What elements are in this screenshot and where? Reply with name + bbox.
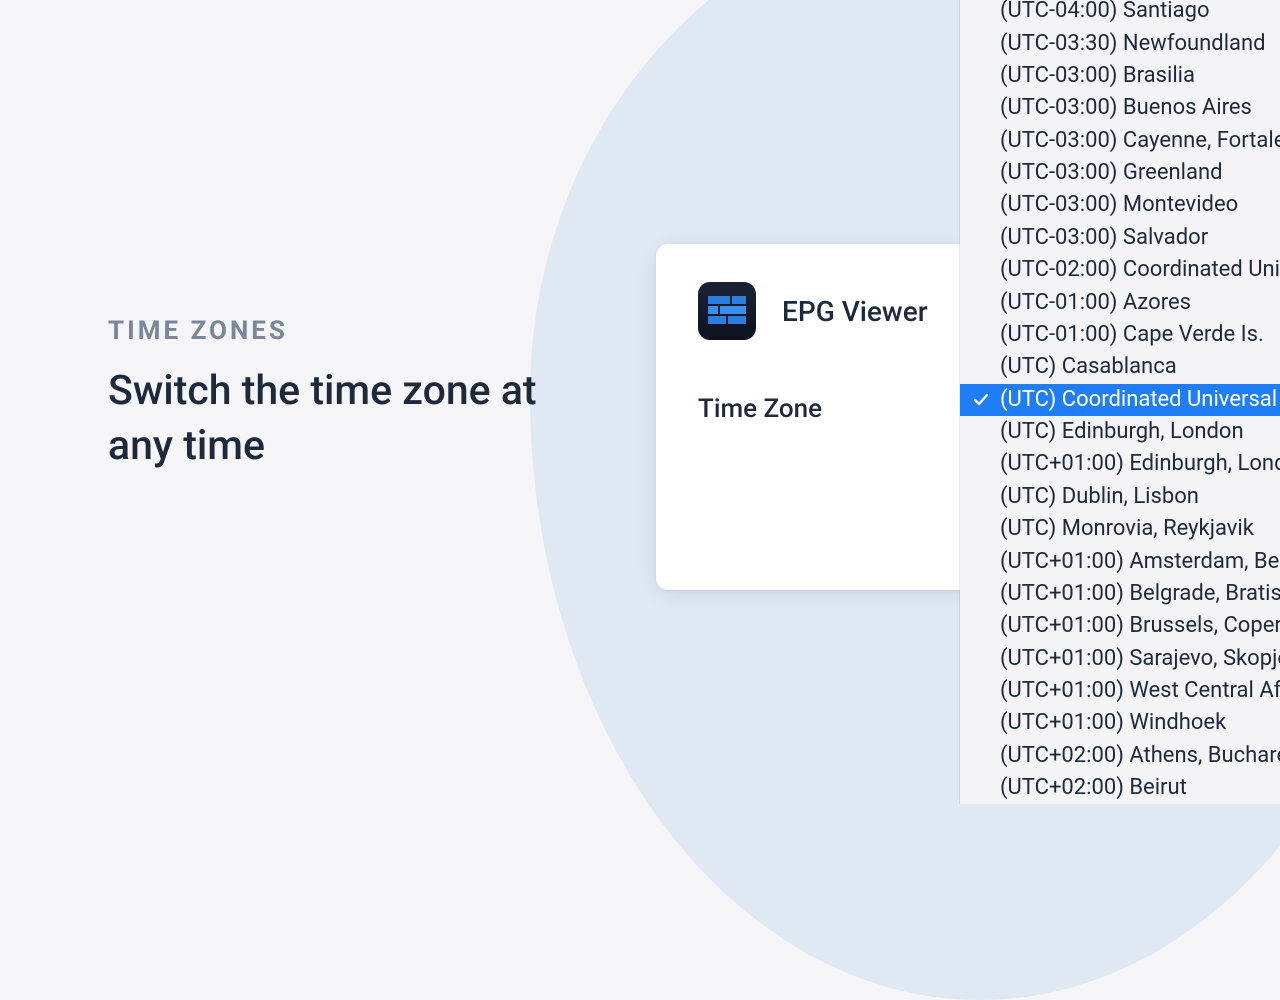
timezone-option-label: (UTC) Dublin, Lisbon — [1000, 484, 1199, 509]
timezone-option-label: (UTC-03:00) Salvador — [1000, 225, 1208, 250]
checkmark-icon — [972, 391, 990, 409]
timezone-option-label: (UTC) Coordinated Universal Time — [1000, 387, 1280, 412]
timezone-option-label: (UTC+01:00) Sarajevo, Skopje — [1000, 646, 1280, 671]
timezone-option-label: (UTC-02:00) Coordinated Universal Time-0… — [1000, 257, 1280, 282]
timezone-option-label: (UTC-03:00) Montevideo — [1000, 192, 1238, 217]
timezone-option[interactable]: (UTC+01:00) Amsterdam, Berlin — [960, 545, 1280, 577]
timezone-option[interactable]: (UTC+01:00) West Central Africa — [960, 675, 1280, 707]
timezone-option-label: (UTC+01:00) Brussels, Copenhagen — [1000, 613, 1280, 638]
timezone-option-label: (UTC+01:00) Belgrade, Bratislava — [1000, 581, 1280, 606]
timezone-option[interactable]: (UTC) Edinburgh, London — [960, 416, 1280, 448]
timezone-option[interactable]: (UTC-01:00) Azores — [960, 286, 1280, 318]
app-icon — [698, 282, 756, 340]
timezone-option-label: (UTC) Casablanca — [1000, 354, 1177, 379]
timezone-option[interactable]: (UTC-03:00) Montevideo — [960, 189, 1280, 221]
timezone-option-label: (UTC-03:00) Brasilia — [1000, 63, 1195, 88]
timezone-option[interactable]: (UTC+01:00) Brussels, Copenhagen — [960, 610, 1280, 642]
timezone-option[interactable]: (UTC-01:00) Cape Verde Is. — [960, 319, 1280, 351]
timezone-option-label: (UTC-03:00) Greenland — [1000, 160, 1223, 185]
timezone-option[interactable]: (UTC) Monrovia, Reykjavik — [960, 513, 1280, 545]
timezone-option[interactable]: (UTC) Dublin, Lisbon — [960, 481, 1280, 513]
timezone-option[interactable]: (UTC+01:00) Sarajevo, Skopje — [960, 643, 1280, 675]
timezone-option[interactable]: (UTC) Coordinated Universal Time — [960, 384, 1280, 416]
timezone-option-label: (UTC-03:30) Newfoundland — [1000, 31, 1266, 56]
app-name: EPG Viewer — [782, 295, 928, 328]
timezone-option[interactable]: (UTC+01:00) Windhoek — [960, 707, 1280, 739]
timezone-option[interactable]: (UTC+02:00) Athens, Bucharest — [960, 740, 1280, 772]
timezone-option-label: (UTC-01:00) Cape Verde Is. — [1000, 322, 1264, 347]
timezone-option-label: (UTC-01:00) Azores — [1000, 290, 1191, 315]
timezone-option[interactable]: (UTC-03:00) Salvador — [960, 222, 1280, 254]
timezone-option-label: (UTC+01:00) Windhoek — [1000, 710, 1226, 735]
timezone-option-label: (UTC-03:00) Buenos Aires — [1000, 95, 1252, 120]
timezone-option[interactable]: (UTC+01:00) Belgrade, Bratislava — [960, 578, 1280, 610]
grid-icon — [708, 296, 746, 326]
timezone-option-label: (UTC-04:00) Santiago — [1000, 0, 1210, 23]
timezone-option[interactable]: (UTC-03:00) Brasilia — [960, 60, 1280, 92]
timezone-option-label: (UTC-03:00) Cayenne, Fortaleza — [1000, 128, 1280, 153]
timezone-option[interactable]: (UTC-03:00) Buenos Aires — [960, 92, 1280, 124]
marketing-heading: Switch the time zone at any time — [108, 364, 548, 475]
timezone-option[interactable]: (UTC-03:00) Greenland — [960, 157, 1280, 189]
timezone-option[interactable]: (UTC+01:00) Edinburgh, London — [960, 448, 1280, 480]
timezone-option[interactable]: (UTC-04:00) Santiago — [960, 0, 1280, 27]
marketing-copy: TIME ZONES Switch the time zone at any t… — [108, 316, 548, 475]
dropdown-list: (UTC-04:00) Santiago (UTC-03:30) Newfound… — [960, 0, 1280, 804]
timezone-option[interactable]: (UTC) Casablanca — [960, 351, 1280, 383]
timezone-option-label: (UTC+01:00) Edinburgh, London — [1000, 451, 1280, 476]
timezone-option-label: (UTC+02:00) Athens, Bucharest — [1000, 743, 1280, 768]
eyebrow-label: TIME ZONES — [108, 316, 548, 346]
timezone-option[interactable]: (UTC-02:00) Coordinated Universal Time-0… — [960, 254, 1280, 286]
timezone-option-label: (UTC) Edinburgh, London — [1000, 419, 1244, 444]
timezone-dropdown[interactable]: (UTC-04:00) Santiago (UTC-03:30) Newfound… — [960, 0, 1280, 804]
timezone-option-label: (UTC+01:00) West Central Africa — [1000, 678, 1280, 703]
timezone-option-label: (UTC+01:00) Amsterdam, Berlin — [1000, 549, 1280, 574]
timezone-option-label: (UTC) Monrovia, Reykjavik — [1000, 516, 1254, 541]
timezone-option[interactable]: (UTC-03:00) Cayenne, Fortaleza — [960, 125, 1280, 157]
timezone-option[interactable]: (UTC-03:30) Newfoundland — [960, 27, 1280, 59]
timezone-option-label: (UTC+02:00) Beirut — [1000, 775, 1187, 800]
